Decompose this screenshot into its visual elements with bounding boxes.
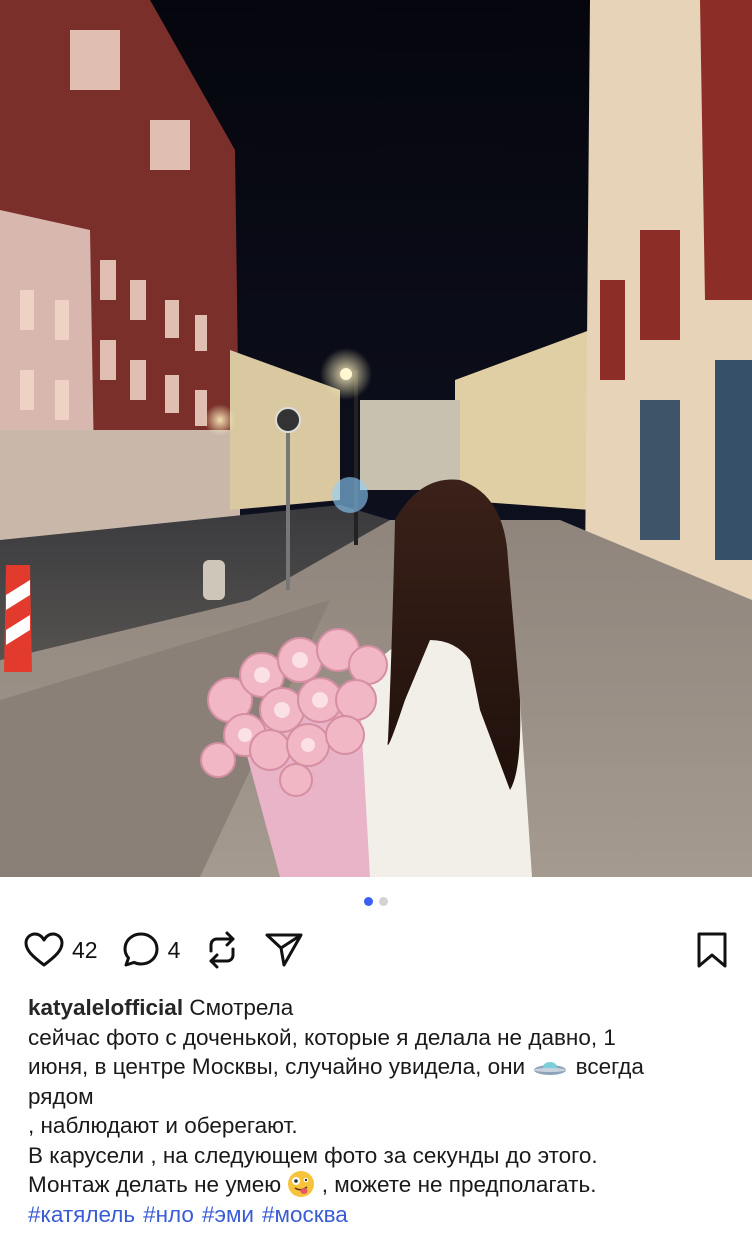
- carousel-dot-active: [364, 897, 373, 906]
- carousel-dot: [379, 897, 388, 906]
- heart-icon: [24, 932, 64, 967]
- hashtag-link[interactable]: #катялель: [28, 1202, 135, 1227]
- comment-button[interactable]: 4: [122, 931, 181, 969]
- like-button[interactable]: 42: [24, 932, 98, 968]
- post-photo[interactable]: [0, 0, 752, 877]
- save-button[interactable]: [696, 931, 728, 969]
- caption-text: июня, в центре Москвы, случайно увидела,…: [28, 1054, 526, 1079]
- like-count: 42: [72, 936, 98, 963]
- hashtag-link[interactable]: #нло: [143, 1202, 194, 1227]
- caption-text: всегда: [575, 1054, 644, 1079]
- post-caption: katyalelofficial Смотрела сейчас фото с …: [28, 993, 728, 1229]
- caption-text: Смотрела: [189, 995, 294, 1020]
- zany-face-emoji: [288, 1171, 315, 1197]
- caption-line: , наблюдают и оберегают.: [28, 1113, 298, 1138]
- send-paper-plane-icon: [265, 933, 303, 967]
- hashtags: #катялель #нло #эми #москва: [28, 1200, 728, 1230]
- hashtag-link[interactable]: #эми: [202, 1202, 254, 1227]
- repost-button[interactable]: [204, 931, 240, 969]
- caption-line: рядом: [28, 1083, 94, 1109]
- caption-text: , можете не предполагать.: [321, 1172, 597, 1197]
- caption-username[interactable]: katyalelofficial: [28, 995, 183, 1020]
- caption-line: Монтаж делать не умею , можете не предпо…: [28, 1170, 728, 1200]
- post-actions: 42 4: [24, 927, 728, 973]
- share-button[interactable]: [264, 931, 304, 969]
- night-street-photo: [0, 0, 752, 877]
- caption-line: katyalelofficial Смотрела: [28, 993, 728, 1023]
- comment-count: 4: [167, 936, 181, 963]
- caption-line: июня, в центре Москвы, случайно увидела,…: [28, 1052, 728, 1082]
- comment-bubble-icon: [123, 932, 159, 967]
- repost-icon: [209, 931, 235, 969]
- bookmark-icon: [697, 932, 727, 968]
- hashtag-link[interactable]: #москва: [262, 1202, 348, 1227]
- caption-line: В карусели , на следующем фото за секунд…: [28, 1142, 598, 1168]
- flying-saucer-emoji: [534, 1062, 567, 1076]
- caption-text: Монтаж делать не умею: [28, 1172, 282, 1197]
- carousel-indicator: [0, 897, 752, 906]
- caption-line: сейчас фото с доченькой, которые я делал…: [28, 1024, 616, 1050]
